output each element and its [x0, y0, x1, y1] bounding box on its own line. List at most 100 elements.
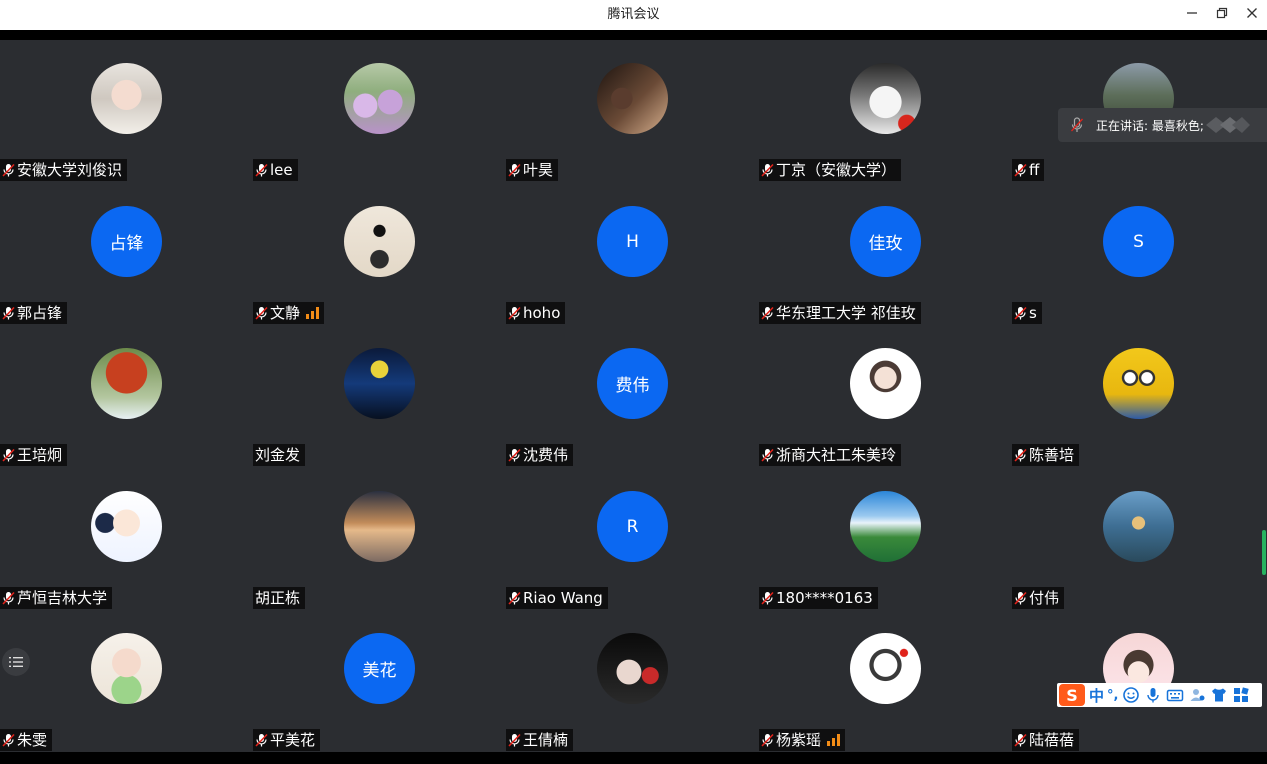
participant-tile[interactable]: Hhoho — [506, 183, 758, 324]
muted-mic-icon — [255, 163, 268, 177]
participant-grid: 安徽大学刘俊识 lee 叶昊 丁京（安徽大学） ff 占锋 郭占锋 文静 Hhoho 佳玫 华东理工… — [0, 40, 1267, 752]
participant-name-bar: 王培炯 — [0, 444, 68, 466]
participant-tile[interactable]: 胡正栋 — [253, 468, 505, 609]
muted-mic-icon — [2, 733, 15, 747]
participant-tile[interactable]: Ss — [1012, 183, 1264, 324]
smiley-icon[interactable] — [1122, 686, 1140, 704]
participant-name-bar: 丁京（安徽大学） — [759, 159, 902, 181]
participant-avatar — [91, 491, 162, 562]
scrollbar-thumb[interactable] — [1262, 530, 1266, 575]
participant-tile[interactable]: 文静 — [253, 183, 505, 324]
participant-name-bar: 叶昊 — [506, 159, 559, 181]
avatar-initials: S — [1133, 231, 1144, 252]
participant-name: 刘金发 — [255, 446, 301, 464]
member-list-button[interactable] — [2, 648, 30, 676]
muted-mic-icon — [508, 306, 521, 320]
participant-tile[interactable]: 芦恒吉林大学 — [0, 468, 252, 609]
muted-mic-icon — [2, 591, 15, 605]
participant-tile[interactable]: 占锋郭占锋 — [0, 183, 252, 324]
ime-toolbar[interactable]: S 中 °, — [1057, 683, 1262, 707]
participant-name-bar: 王倩楠 — [506, 729, 574, 751]
close-button[interactable] — [1238, 0, 1266, 30]
participant-name: s — [1029, 304, 1037, 322]
participant-tile[interactable]: 叶昊 — [506, 40, 758, 181]
participant-tile[interactable]: 佳玫 华东理工大学 祁佳玫 — [759, 183, 1011, 324]
participant-name-bar: lee — [253, 159, 298, 181]
participant-avatar — [850, 491, 921, 562]
minimize-button[interactable] — [1178, 0, 1206, 30]
participant-name-bar: 郭占锋 — [0, 302, 68, 324]
muted-mic-icon — [761, 448, 774, 462]
microphone-icon[interactable] — [1144, 686, 1162, 704]
muted-mic-icon — [255, 733, 268, 747]
participant-tile[interactable]: 朱雯 — [0, 610, 252, 751]
muted-mic-icon — [1071, 117, 1083, 132]
keyboard-icon[interactable] — [1166, 686, 1184, 704]
muted-mic-icon — [508, 448, 521, 462]
participant-avatar — [850, 633, 921, 704]
user-icon[interactable] — [1188, 686, 1206, 704]
participant-name: 胡正栋 — [255, 589, 301, 607]
participant-tile[interactable]: 陈善培 — [1012, 325, 1264, 466]
participant-tile[interactable]: 丁京（安徽大学） — [759, 40, 1011, 181]
muted-mic-icon — [2, 448, 15, 462]
participant-name: 陈善培 — [1029, 446, 1075, 464]
participant-tile[interactable]: 陆蓓蓓 — [1012, 610, 1264, 751]
participant-avatar — [850, 63, 921, 134]
participant-name: ff — [1029, 161, 1040, 179]
participant-name-bar: 文静 — [253, 302, 325, 324]
svg-text:S: S — [1066, 686, 1078, 705]
muted-mic-icon — [1014, 448, 1027, 462]
participant-tile[interactable]: 180****0163 — [759, 468, 1011, 609]
participant-tile[interactable]: 安徽大学刘俊识 — [0, 40, 252, 181]
participant-avatar — [344, 63, 415, 134]
list-icon — [9, 657, 23, 667]
speaking-indicator[interactable]: 正在讲话: 最喜秋色; — [1058, 108, 1267, 142]
participant-avatar — [597, 633, 668, 704]
participant-avatar — [1103, 491, 1174, 562]
ime-mode-label[interactable]: 中 — [1089, 685, 1104, 706]
participant-tile[interactable]: 王倩楠 — [506, 610, 758, 751]
muted-mic-icon — [761, 591, 774, 605]
participant-tile[interactable]: R Riao Wang — [506, 468, 758, 609]
participant-name: 平美花 — [270, 731, 316, 749]
avatar-initials: 佳玫 — [868, 234, 903, 254]
muted-mic-icon — [761, 733, 774, 747]
participant-name: 沈费伟 — [523, 446, 569, 464]
participant-name-bar: ff — [1012, 159, 1045, 181]
participant-tile[interactable]: 美花平美花 — [253, 610, 505, 751]
speaking-fade-graphic — [1205, 117, 1250, 133]
restore-button[interactable] — [1208, 0, 1236, 30]
participant-name: 郭占锋 — [17, 304, 63, 322]
participant-tile[interactable]: 费伟 沈费伟 — [506, 325, 758, 466]
participant-tile[interactable]: 王培炯 — [0, 325, 252, 466]
sogou-logo-icon: S — [1059, 684, 1085, 706]
shirt-icon[interactable] — [1210, 686, 1228, 704]
participant-name: 文静 — [270, 304, 301, 322]
grid-icon[interactable] — [1232, 686, 1250, 704]
avatar-initials: R — [626, 516, 639, 537]
participant-tile[interactable]: 刘金发 — [253, 325, 505, 466]
participant-tile[interactable]: lee — [253, 40, 505, 181]
participant-name-bar: 安徽大学刘俊识 — [0, 159, 128, 181]
participant-name: 芦恒吉林大学 — [17, 589, 108, 607]
participant-name: 朱雯 — [17, 731, 48, 749]
participant-tile[interactable]: 杨紫瑶 — [759, 610, 1011, 751]
signal-strength-icon — [306, 307, 320, 319]
participant-name: 浙商大社工朱美玲 — [776, 446, 897, 464]
participant-name: 王倩楠 — [523, 731, 569, 749]
ime-punct-label[interactable]: °, — [1107, 688, 1118, 703]
participant-name-bar: 陈善培 — [1012, 444, 1080, 466]
participant-name-bar: 浙商大社工朱美玲 — [759, 444, 902, 466]
participant-avatar — [344, 348, 415, 419]
participant-tile[interactable]: 浙商大社工朱美玲 — [759, 325, 1011, 466]
participant-avatar: 占锋 — [91, 206, 162, 277]
muted-mic-icon — [2, 163, 15, 177]
participant-name-bar: 胡正栋 — [253, 587, 306, 609]
participant-avatar: 美花 — [344, 633, 415, 704]
restore-icon — [1216, 7, 1228, 19]
participant-name: 叶昊 — [523, 161, 554, 179]
muted-mic-icon — [2, 306, 15, 320]
muted-mic-icon — [1014, 163, 1027, 177]
participant-tile[interactable]: 付伟 — [1012, 468, 1264, 609]
